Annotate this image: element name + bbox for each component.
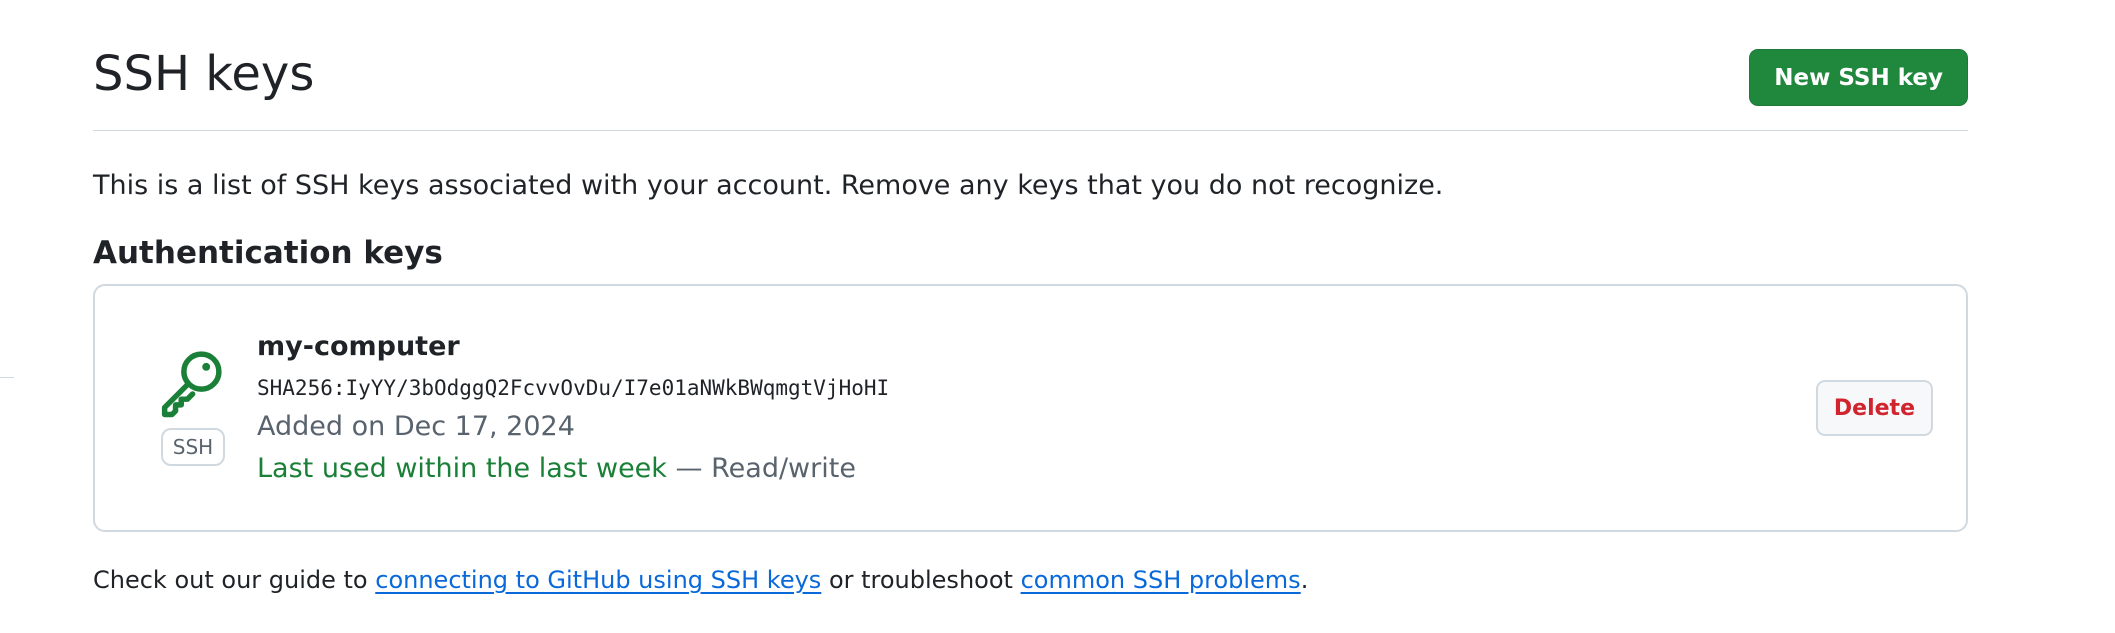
section-title-authentication-keys: Authentication keys bbox=[93, 235, 443, 271]
help-footer: Check out our guide to connecting to Git… bbox=[93, 566, 1308, 594]
key-usage: Last used within the last week — Read/wr… bbox=[257, 452, 889, 486]
key-fingerprint: SHA256:IyYY/3bOdggQ2FcvvOvDu/I7e01aNWkBW… bbox=[257, 376, 890, 400]
footer-text-after: . bbox=[1300, 566, 1309, 594]
key-usage-separator: — bbox=[666, 453, 712, 484]
delete-key-button[interactable]: Delete bbox=[1815, 380, 1933, 436]
key-icon bbox=[155, 348, 225, 418]
new-ssh-key-button[interactable]: New SSH key bbox=[1749, 49, 1968, 106]
guide-link[interactable]: connecting to GitHub using SSH keys bbox=[375, 566, 821, 594]
ssh-key-list: SSH my-computer SHA256:IyYY/3bOdggQ2Fcvv… bbox=[93, 284, 1968, 532]
key-type-badge: SSH bbox=[161, 428, 225, 466]
troubleshoot-link[interactable]: common SSH problems bbox=[1021, 566, 1301, 594]
footer-text-middle: or troubleshoot bbox=[821, 566, 1021, 594]
key-access-level: Read/write bbox=[711, 453, 856, 484]
intro-text: This is a list of SSH keys associated wi… bbox=[93, 170, 1444, 201]
key-last-used: Last used within the last week bbox=[257, 453, 667, 484]
page-title: SSH keys bbox=[93, 46, 315, 102]
footer-text-before: Check out our guide to bbox=[93, 566, 376, 594]
page-header: SSH keys New SSH key bbox=[93, 0, 1968, 131]
key-title: my-computer bbox=[257, 331, 460, 362]
ssh-keys-page: SSH keys New SSH key This is a list of S… bbox=[93, 0, 1968, 594]
key-details: my-computer SHA256:IyYY/3bOdggQ2FcvvOvDu… bbox=[257, 330, 889, 486]
key-added-date: Added on Dec 17, 2024 bbox=[257, 411, 575, 442]
left-edge-divider bbox=[0, 377, 14, 378]
